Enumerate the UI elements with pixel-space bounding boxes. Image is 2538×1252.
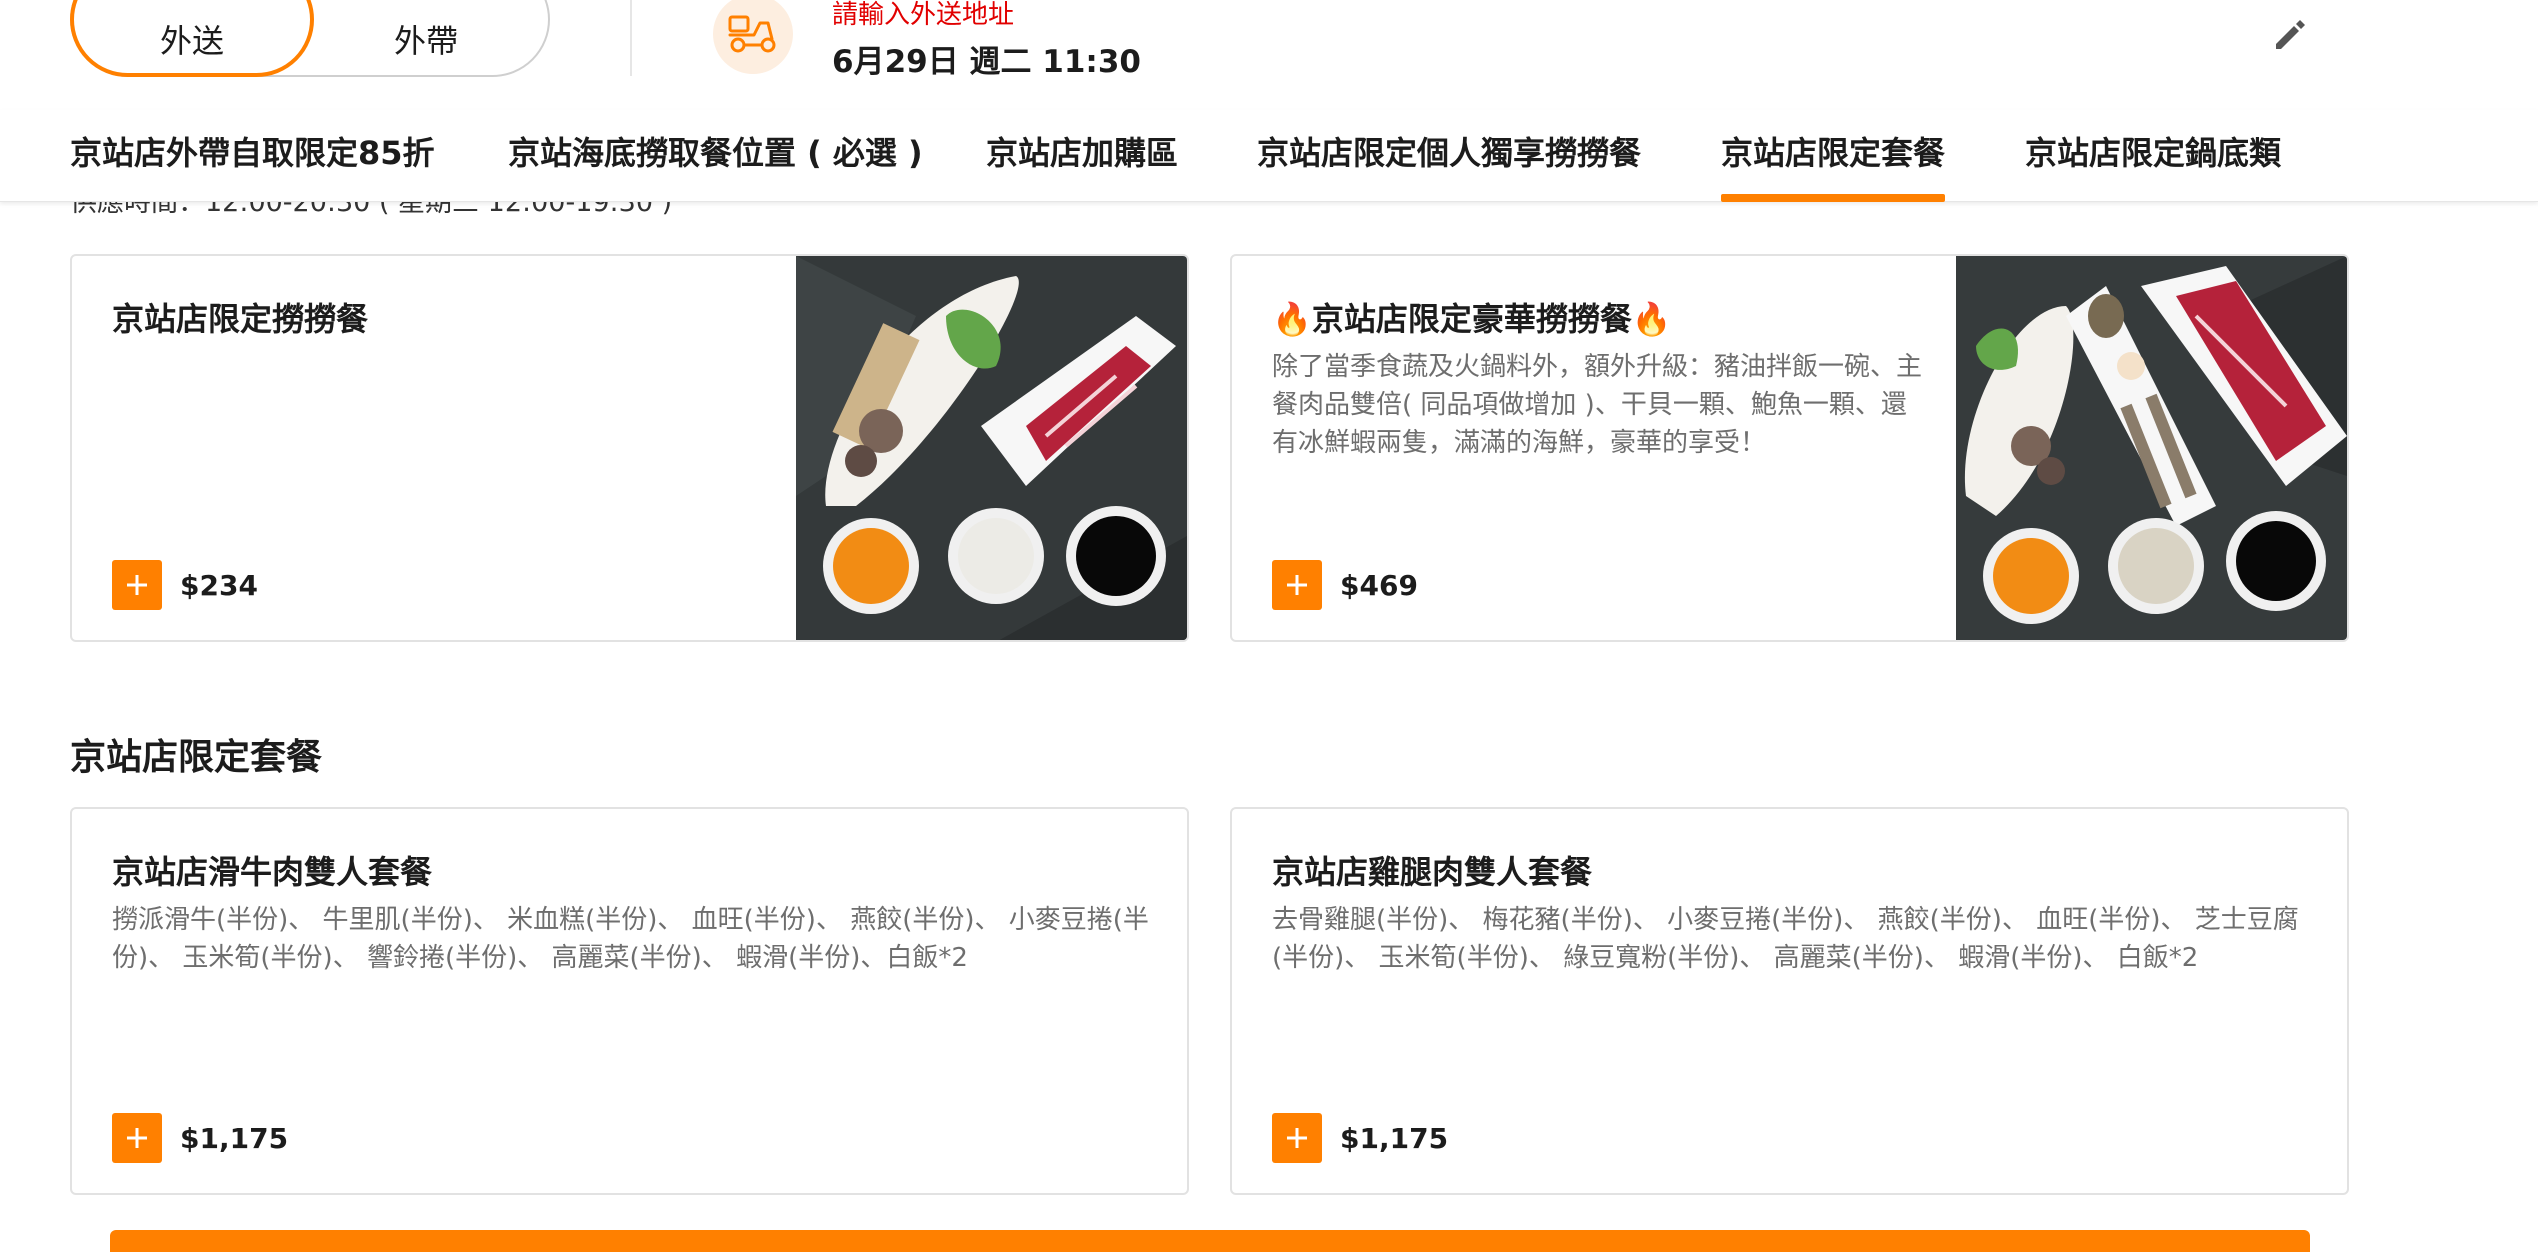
pickup-mode-button[interactable]: 外帶: [304, 0, 548, 77]
plus-icon: [127, 575, 147, 595]
menu-item-title: 🔥京站店限定豪華撈撈餐🔥: [1272, 300, 1672, 338]
menu-item-price: $234: [180, 569, 258, 602]
menu-item-price: $1,175: [1340, 1122, 1449, 1155]
plus-icon: [1287, 575, 1307, 595]
scooter-icon: [713, 0, 793, 74]
category-tabs: 京站店外帶自取限定85折 京站海底撈取餐位置 ( 必選 ) 京站店加購區 京站店…: [0, 110, 2538, 202]
menu-item-card[interactable]: 京站店限定撈撈餐 $234: [70, 254, 1189, 642]
menu-item-title: 京站店雞腿肉雙人套餐: [1272, 853, 1593, 891]
delivery-mode-label: 外送: [159, 21, 224, 60]
tab-individual-meals[interactable]: 京站店限定個人獨享撈撈餐: [1257, 128, 1641, 202]
menu-item-card[interactable]: 京站店雞腿肉雙人套餐 去骨雞腿(半份)、 梅花豬(半份)、 小麥豆捲(半份)、 …: [1230, 807, 2349, 1195]
food-photo: [1956, 256, 2347, 640]
menu-item-description: 除了當季食蔬及火鍋料外，額外升級：豬油拌飯一碗、主餐肉品雙倍( 同品項做增加 )…: [1272, 352, 1923, 458]
menu-item-title: 京站店限定撈撈餐: [112, 300, 369, 338]
address-warning[interactable]: 請輸入外送地址: [832, 0, 1014, 31]
tab-85-off[interactable]: 京站店外帶自取限定85折: [70, 128, 435, 202]
menu-item-price: $1,175: [180, 1122, 289, 1155]
section-title: 京站店限定套餐: [70, 737, 323, 778]
order-mode-toggle: 外送 外帶: [70, 0, 550, 77]
food-photo: [796, 256, 1187, 640]
menu-item-card[interactable]: 京站店滑牛肉雙人套餐 撈派滑牛(半份)、 牛里肌(半份)、 米血糕(半份)、 血…: [70, 807, 1189, 1195]
add-to-cart-button[interactable]: [1272, 1113, 1322, 1163]
checkout-bar[interactable]: [110, 1230, 2310, 1252]
tab-add-ons[interactable]: 京站店加購區: [986, 128, 1178, 202]
tab-soup-base[interactable]: 京站店限定鍋底類: [2025, 128, 2281, 202]
menu-item-description: 去骨雞腿(半份)、 梅花豬(半份)、 小麥豆捲(半份)、 燕餃(半份)、 血旺(…: [1272, 905, 2299, 973]
plus-icon: [1287, 1128, 1307, 1148]
delivery-time[interactable]: 6月29日 週二 11:30: [832, 36, 1141, 81]
tab-set-meals[interactable]: 京站店限定套餐: [1721, 128, 1946, 202]
add-to-cart-button[interactable]: [112, 560, 162, 610]
menu-item-price: $469: [1340, 569, 1418, 602]
pickup-mode-label: 外帶: [393, 21, 458, 60]
top-bar: 外送 外帶 請輸入外送地址 6月29日 週二 11:30: [0, 0, 2538, 110]
plus-icon: [127, 1128, 147, 1148]
menu-item-card[interactable]: 🔥京站店限定豪華撈撈餐🔥 除了當季食蔬及火鍋料外，額外升級：豬油拌飯一碗、主餐肉…: [1230, 254, 2349, 642]
pencil-icon[interactable]: [2270, 14, 2310, 54]
menu-item-title: 京站店滑牛肉雙人套餐: [112, 853, 433, 891]
header-divider: [630, 0, 632, 76]
delivery-mode-button[interactable]: 外送: [70, 0, 314, 77]
tab-pickup-location[interactable]: 京站海底撈取餐位置 ( 必選 ): [508, 128, 923, 202]
add-to-cart-button[interactable]: [1272, 560, 1322, 610]
add-to-cart-button[interactable]: [112, 1113, 162, 1163]
menu-item-description: 撈派滑牛(半份)、 牛里肌(半份)、 米血糕(半份)、 血旺(半份)、 燕餃(半…: [112, 905, 1149, 973]
